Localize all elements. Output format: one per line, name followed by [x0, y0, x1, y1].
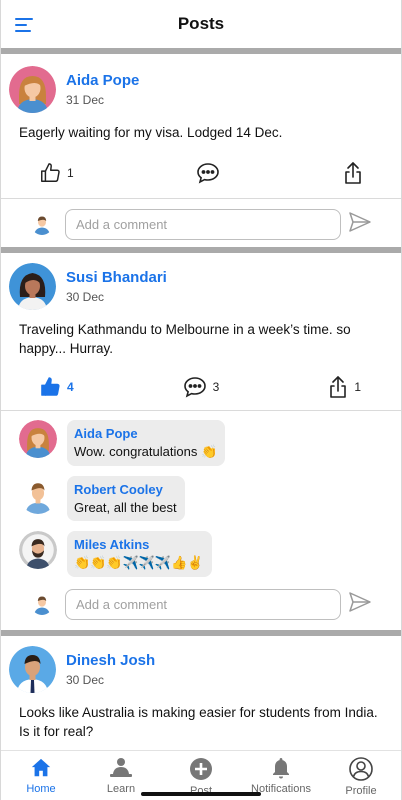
post-card: Susi Bhandari 30 Dec Traveling Kathmandu… — [1, 253, 401, 629]
comment-input[interactable] — [65, 588, 341, 620]
current-user-avatar — [31, 593, 53, 615]
avatar[interactable] — [19, 531, 57, 569]
author-name[interactable]: Dinesh Josh — [66, 652, 155, 669]
send-icon — [349, 591, 371, 612]
comment-bubble: Robert Cooley Great, all the best — [67, 476, 185, 521]
comment-input[interactable] — [65, 208, 341, 240]
share-icon — [330, 376, 347, 398]
comment-bar — [1, 199, 401, 249]
tab-home[interactable]: Home — [1, 757, 81, 795]
post-date: 30 Dec — [66, 673, 105, 687]
post-header: Dinesh Josh 30 Dec — [1, 636, 401, 693]
bell-icon — [273, 758, 289, 779]
post-date: 30 Dec — [66, 290, 105, 304]
send-button[interactable] — [349, 591, 371, 617]
like-button[interactable]: 4 — [39, 376, 74, 398]
tab-notifications[interactable]: Notifications — [241, 757, 321, 795]
home-indicator — [141, 792, 261, 796]
learn-icon — [110, 758, 132, 777]
app-frame: Posts Aida Pope 31 Dec Eagerly waiting f… — [0, 0, 402, 800]
post-text: Traveling Kathmandu to Melbourne in a we… — [19, 322, 351, 356]
avatar[interactable] — [19, 420, 57, 458]
comment-bubble: Miles Atkins 👏👏👏✈️✈️✈️👍✌️ — [67, 531, 212, 577]
comment-text: 👏👏👏✈️✈️✈️👍✌️ — [74, 555, 204, 570]
share-count: 1 — [354, 380, 361, 394]
comment-icon — [197, 163, 220, 184]
top-bar: Posts — [1, 0, 401, 48]
comment-item: Robert Cooley Great, all the best — [1, 476, 401, 521]
post-actions: 4 3 1 — [1, 366, 401, 408]
comment-bubble: Aida Pope Wow. congratulations 👏 — [67, 420, 226, 466]
avatar[interactable] — [9, 646, 56, 693]
divider — [1, 410, 401, 411]
avatar[interactable] — [9, 66, 56, 113]
profile-icon — [349, 757, 373, 781]
post-date: 31 Dec — [66, 93, 105, 107]
comment-item: Miles Atkins 👏👏👏✈️✈️✈️👍✌️ — [1, 531, 401, 577]
avatar[interactable] — [19, 476, 57, 514]
add-post-icon — [190, 758, 212, 780]
like-button[interactable]: 1 — [39, 162, 74, 184]
home-icon — [31, 758, 51, 777]
comment-text: Great, all the best — [74, 500, 177, 515]
tab-label: Home — [26, 783, 56, 795]
thumbs-up-icon — [41, 377, 60, 396]
author-name[interactable]: Aida Pope — [66, 72, 139, 89]
comment-button[interactable] — [196, 162, 220, 184]
post-card: Dinesh Josh 30 Dec Looks like Australia … — [1, 636, 401, 741]
like-count: 1 — [67, 166, 74, 180]
post-text: Looks like Australia is making easier fo… — [19, 705, 378, 739]
tab-learn[interactable]: Learn — [81, 757, 161, 795]
post-actions: 1 — [1, 152, 401, 194]
comment-item: Aida Pope Wow. congratulations 👏 — [1, 420, 401, 466]
send-button[interactable] — [349, 211, 371, 237]
comment-text: Wow. congratulations 👏 — [74, 444, 218, 459]
post-header: Susi Bhandari 30 Dec — [1, 253, 401, 310]
commenter-name[interactable]: Aida Pope — [74, 426, 217, 441]
avatar[interactable] — [9, 263, 56, 310]
like-count: 4 — [67, 380, 74, 394]
current-user-avatar — [31, 213, 53, 235]
tab-label: Learn — [106, 783, 136, 795]
share-button[interactable]: 1 — [328, 375, 361, 399]
menu-icon[interactable] — [15, 18, 33, 32]
post-text: Eagerly waiting for my visa. Lodged 14 D… — [19, 125, 283, 140]
tab-profile[interactable]: Profile — [321, 757, 401, 797]
comment-button[interactable]: 3 — [183, 376, 220, 398]
comment-bar — [1, 579, 401, 629]
thumbs-up-icon — [41, 163, 60, 182]
post-card: Aida Pope 31 Dec Eagerly waiting for my … — [1, 54, 401, 249]
post-header: Aida Pope 31 Dec — [1, 54, 401, 113]
share-button[interactable] — [343, 161, 363, 185]
commenter-name[interactable]: Robert Cooley — [74, 482, 177, 497]
send-icon — [349, 211, 371, 232]
comment-count: 3 — [212, 380, 220, 394]
commenter-name[interactable]: Miles Atkins — [74, 537, 204, 552]
tab-post[interactable]: Post — [161, 757, 241, 797]
author-name[interactable]: Susi Bhandari — [66, 269, 167, 286]
page-title: Posts — [177, 14, 225, 33]
tab-label: Profile — [345, 785, 377, 797]
share-icon — [345, 162, 361, 184]
comment-icon — [183, 377, 206, 398]
